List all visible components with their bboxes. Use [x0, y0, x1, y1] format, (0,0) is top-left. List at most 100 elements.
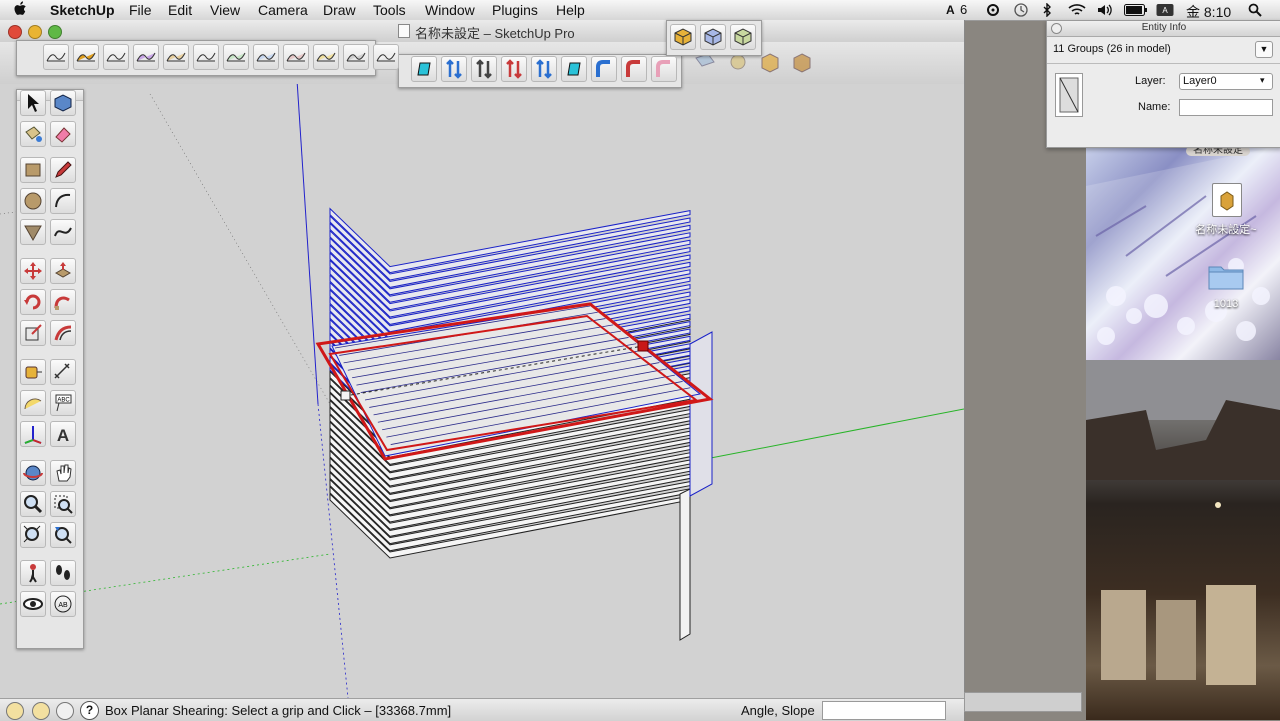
view-cube-button-2[interactable]: [700, 24, 726, 50]
shear-tool-button-3[interactable]: [471, 56, 497, 82]
geo-location-icon[interactable]: [6, 702, 24, 720]
walk-tool-button[interactable]: [50, 560, 76, 586]
sandbox-tool-button-4[interactable]: [133, 44, 159, 70]
time-machine-icon[interactable]: [1013, 3, 1029, 17]
scale-tool-button[interactable]: [20, 320, 46, 346]
selected-stack-right-face: [689, 331, 713, 497]
menu-edit[interactable]: Edit: [168, 2, 192, 18]
adobe-icon[interactable]: A: [946, 3, 955, 17]
polygon-tool-button[interactable]: [20, 219, 46, 245]
sandbox-tool-button-2[interactable]: [73, 44, 99, 70]
pan-tool-button[interactable]: [50, 460, 76, 486]
sandbox-tool-icon-10: [316, 52, 336, 62]
axes-tool-button[interactable]: [20, 421, 46, 447]
line-tool-button[interactable]: [50, 157, 76, 183]
chevron-down-icon[interactable]: ▼: [1255, 41, 1273, 58]
battery-icon[interactable]: [1124, 4, 1148, 16]
sandbox-tool-button-3[interactable]: [103, 44, 129, 70]
push-pull-tool-button[interactable]: [50, 258, 76, 284]
menu-app-sketchup[interactable]: SketchUp: [50, 2, 115, 18]
input-menu-icon[interactable]: A: [1156, 3, 1174, 17]
freehand-tool-button[interactable]: [50, 219, 76, 245]
menu-view[interactable]: View: [210, 2, 240, 18]
help-icon[interactable]: ?: [80, 701, 99, 720]
apple-icon[interactable]: [14, 1, 28, 17]
sketchup-file-icon[interactable]: [1212, 183, 1242, 217]
section-plane-button[interactable]: AB: [50, 591, 76, 617]
user-icon[interactable]: [56, 702, 74, 720]
view-cube-button-3[interactable]: [730, 24, 756, 50]
shear-tool-button-9[interactable]: [651, 56, 677, 82]
sandbox-tool-button-5[interactable]: [163, 44, 189, 70]
look-around-button[interactable]: [20, 591, 46, 617]
volume-icon[interactable]: [1097, 3, 1113, 17]
shear-grip-red[interactable]: [637, 340, 649, 352]
dimension-tool-button[interactable]: [50, 359, 76, 385]
text-tool-button[interactable]: ABC: [50, 390, 76, 416]
view-cube-icon-3: [734, 28, 752, 46]
tape-measure-button[interactable]: [20, 359, 46, 385]
menu-plugins[interactable]: Plugins: [492, 2, 538, 18]
sync-icon[interactable]: [985, 3, 1001, 17]
wifi-icon[interactable]: [1068, 3, 1086, 17]
previous-view-button[interactable]: [50, 522, 76, 548]
shear-tool-button-6[interactable]: [561, 56, 587, 82]
measurements-input[interactable]: [822, 701, 946, 720]
material-swatch[interactable]: [1055, 73, 1083, 117]
offset-tool-button[interactable]: [50, 320, 76, 346]
sandbox-tool-button-9[interactable]: [283, 44, 309, 70]
zoom-tool-button[interactable]: [20, 491, 46, 517]
menu-file[interactable]: File: [129, 2, 152, 18]
minimize-window-button[interactable]: [28, 25, 42, 39]
bluetooth-icon[interactable]: [1040, 3, 1054, 17]
menu-help[interactable]: Help: [556, 2, 585, 18]
make-component-button[interactable]: [50, 90, 76, 116]
rectangle-tool-button[interactable]: [20, 157, 46, 183]
sandbox-tool-button-7[interactable]: [223, 44, 249, 70]
shear-tool-button-7[interactable]: [591, 56, 617, 82]
eraser-button[interactable]: [50, 121, 76, 147]
menu-draw[interactable]: Draw: [323, 2, 356, 18]
view-cube-button-1[interactable]: [670, 24, 696, 50]
menu-window[interactable]: Window: [425, 2, 475, 18]
protractor-button[interactable]: [20, 390, 46, 416]
3d-model-scene[interactable]: [0, 84, 964, 698]
menu-tools[interactable]: Tools: [373, 2, 406, 18]
modeling-viewport[interactable]: [0, 20, 964, 698]
sandbox-tool-button-6[interactable]: [193, 44, 219, 70]
layer-select[interactable]: Layer0 ▾: [1179, 73, 1273, 90]
shear-tool-button-5[interactable]: [531, 56, 557, 82]
paint-bucket-button[interactable]: [20, 121, 46, 147]
rotate-tool-button[interactable]: [20, 289, 46, 315]
select-tool-button[interactable]: [20, 90, 46, 116]
sandbox-tool-button-10[interactable]: [313, 44, 339, 70]
follow-me-tool-button[interactable]: [50, 289, 76, 315]
zoom-extents-button[interactable]: [20, 522, 46, 548]
protractor-icon: [24, 398, 42, 410]
credits-icon[interactable]: [32, 702, 50, 720]
close-window-button[interactable]: [8, 25, 22, 39]
orbit-tool-button[interactable]: [20, 460, 46, 486]
spotlight-search-icon[interactable]: [1248, 3, 1262, 17]
shear-grip-white[interactable]: [340, 390, 351, 401]
sandbox-tool-button-11[interactable]: [343, 44, 369, 70]
3d-text-button[interactable]: A: [50, 421, 76, 447]
zoom-window-button[interactable]: [48, 25, 62, 39]
sandbox-tool-button-1[interactable]: [43, 44, 69, 70]
sandbox-tool-button-8[interactable]: [253, 44, 279, 70]
sandbox-tool-button-12[interactable]: [373, 44, 399, 70]
name-field[interactable]: [1179, 99, 1273, 116]
move-tool-button[interactable]: [20, 258, 46, 284]
menu-camera[interactable]: Camera: [258, 2, 308, 18]
document-proxy-icon[interactable]: [398, 24, 410, 38]
zoom-window-button[interactable]: [50, 491, 76, 517]
shear-tool-button-2[interactable]: [441, 56, 467, 82]
circle-tool-button[interactable]: [20, 188, 46, 214]
arc-tool-button[interactable]: [50, 188, 76, 214]
folder-icon[interactable]: [1208, 262, 1244, 290]
shear-tool-button-1[interactable]: [411, 56, 437, 82]
position-camera-button[interactable]: [20, 560, 46, 586]
menubar-clock[interactable]: 金 8:10: [1186, 2, 1231, 22]
shear-tool-button-8[interactable]: [621, 56, 647, 82]
shear-tool-button-4[interactable]: [501, 56, 527, 82]
